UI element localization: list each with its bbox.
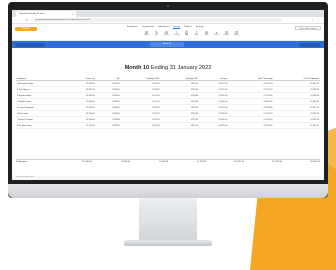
ribbon-label: Email [204, 35, 209, 36]
ribbon-button-search[interactable]: ⌕ Search [212, 30, 221, 37]
total-amount: £17,435.10 [233, 160, 244, 163]
total-amount: £23,605.34 [309, 160, 320, 163]
amount-cell: £2,185.60 [199, 122, 229, 130]
amount-cell: £241.42 [160, 122, 200, 130]
ribbon-label: Salaries [143, 35, 150, 36]
total-amount: £1,919.84 [197, 160, 206, 163]
monitor-chin [8, 184, 328, 198]
main-nav: Employees Departments Attendance Payroll Rep… [127, 25, 208, 29]
ribbon-button-columns[interactable]: ☰ Columns [222, 30, 231, 37]
table-row[interactable]: 8 Reuben Jones £2,720.00 £332.80 £201.60 £24… [16, 122, 320, 130]
report-title-rest: Ending 31 January 2022 [149, 65, 212, 71]
ribbon-label: Columns [223, 35, 230, 36]
status-bar: Connected to payroll server [12, 176, 324, 180]
report-title-bold: Month 10 [124, 65, 150, 71]
blue-toolbar: Month 10 [12, 41, 324, 48]
amount-cell: £2,185.60 [228, 122, 274, 130]
amount-cell: £2,720.00 [66, 122, 96, 130]
monitor: Payroll for Ending 31 Janu × ← → ⟳ ⌂ app… [8, 2, 328, 198]
amount-cell: £332.80 [95, 122, 121, 130]
totals-row: 8 Employees £21,685.50 £2,646.60 £1,603.80 £… [16, 159, 320, 163]
ribbon-label: Summary [173, 35, 180, 36]
monitor-stand [139, 198, 197, 242]
amount-cell: £201.60 [120, 122, 161, 130]
ribbon-button-edit[interactable]: ✎ Edit [152, 30, 161, 37]
url-field[interactable]: app.payroll.example/payroll/month-10-end… [32, 18, 282, 22]
payroll-table: Employee Gross pay Tax Employee NIC Employer… [16, 77, 320, 130]
total-amount: £21,685.50 [81, 160, 92, 163]
ribbon-button-salaries[interactable]: ⊞ Salaries [142, 30, 151, 37]
nav-link-settings[interactable]: Settings [196, 26, 204, 28]
nav-link-reports[interactable]: Reports [184, 26, 192, 28]
browser-nav-icons[interactable]: ← → ⟳ ⌂ [14, 17, 34, 23]
camera-dot [167, 5, 169, 7]
total-amount: £2,646.60 [121, 160, 130, 163]
employee-name-cell: 8 Reuben Jones [16, 122, 67, 130]
show-hide-columns-button[interactable]: Show / Hide Columns [295, 26, 321, 30]
ribbon-label: Export [194, 35, 199, 36]
total-amount: £1,603.80 [159, 160, 168, 163]
monitor-base [124, 240, 212, 246]
ribbon-label: Settings [163, 35, 170, 36]
toolbar-left-control[interactable] [15, 42, 45, 47]
ribbon-button-email[interactable]: ✉ Email [202, 30, 211, 37]
address-bar: ← → ⟳ ⌂ app.payroll.example/payroll/mont… [12, 17, 324, 24]
ribbon-label: Edit [155, 35, 158, 36]
screen: Payroll for Ending 31 Janu × ← → ⟳ ⌂ app… [12, 10, 324, 180]
nav-link-employees[interactable]: Employees [127, 26, 138, 28]
toolbar-right-control[interactable] [299, 42, 321, 47]
report-title: Month 10 Ending 31 January 2022 [12, 65, 324, 71]
app-header: Payroll Employees Departments Attendance Pa… [12, 24, 324, 41]
totals-label: 8 Employees [16, 160, 28, 163]
ribbon-label: Reports [233, 35, 240, 36]
ribbon-label: Print [184, 35, 189, 36]
total-amount: £17,435.10 [271, 160, 282, 163]
browser-menu-icons[interactable]: ☆ ⋮ [311, 17, 321, 23]
browser-tab-bar: Payroll for Ending 31 Janu × [12, 10, 324, 17]
ribbon-button-settings[interactable]: ⚙ Settings [162, 30, 171, 37]
app-logo[interactable]: Payroll [15, 27, 37, 31]
nav-link-payroll[interactable]: Payroll [173, 25, 181, 29]
nav-link-departments[interactable]: Departments [142, 26, 155, 28]
ribbon-label: Search [214, 35, 219, 36]
toolbar-center-label[interactable]: Month 10 [150, 42, 184, 47]
ribbon-button-print[interactable]: ⎙ Print [182, 30, 191, 37]
nav-link-attendance[interactable]: Attendance [158, 26, 169, 28]
ribbon-button-reports[interactable]: ⊟ Reports [232, 30, 241, 37]
tab-title: Payroll for Ending 31 Janu [19, 13, 45, 15]
ribbon-button-export[interactable]: ⇩ Export [192, 30, 201, 37]
ribbon-button-summary[interactable]: ≡ Summary [172, 30, 181, 37]
amount-cell: £2,961.42 [273, 122, 320, 130]
